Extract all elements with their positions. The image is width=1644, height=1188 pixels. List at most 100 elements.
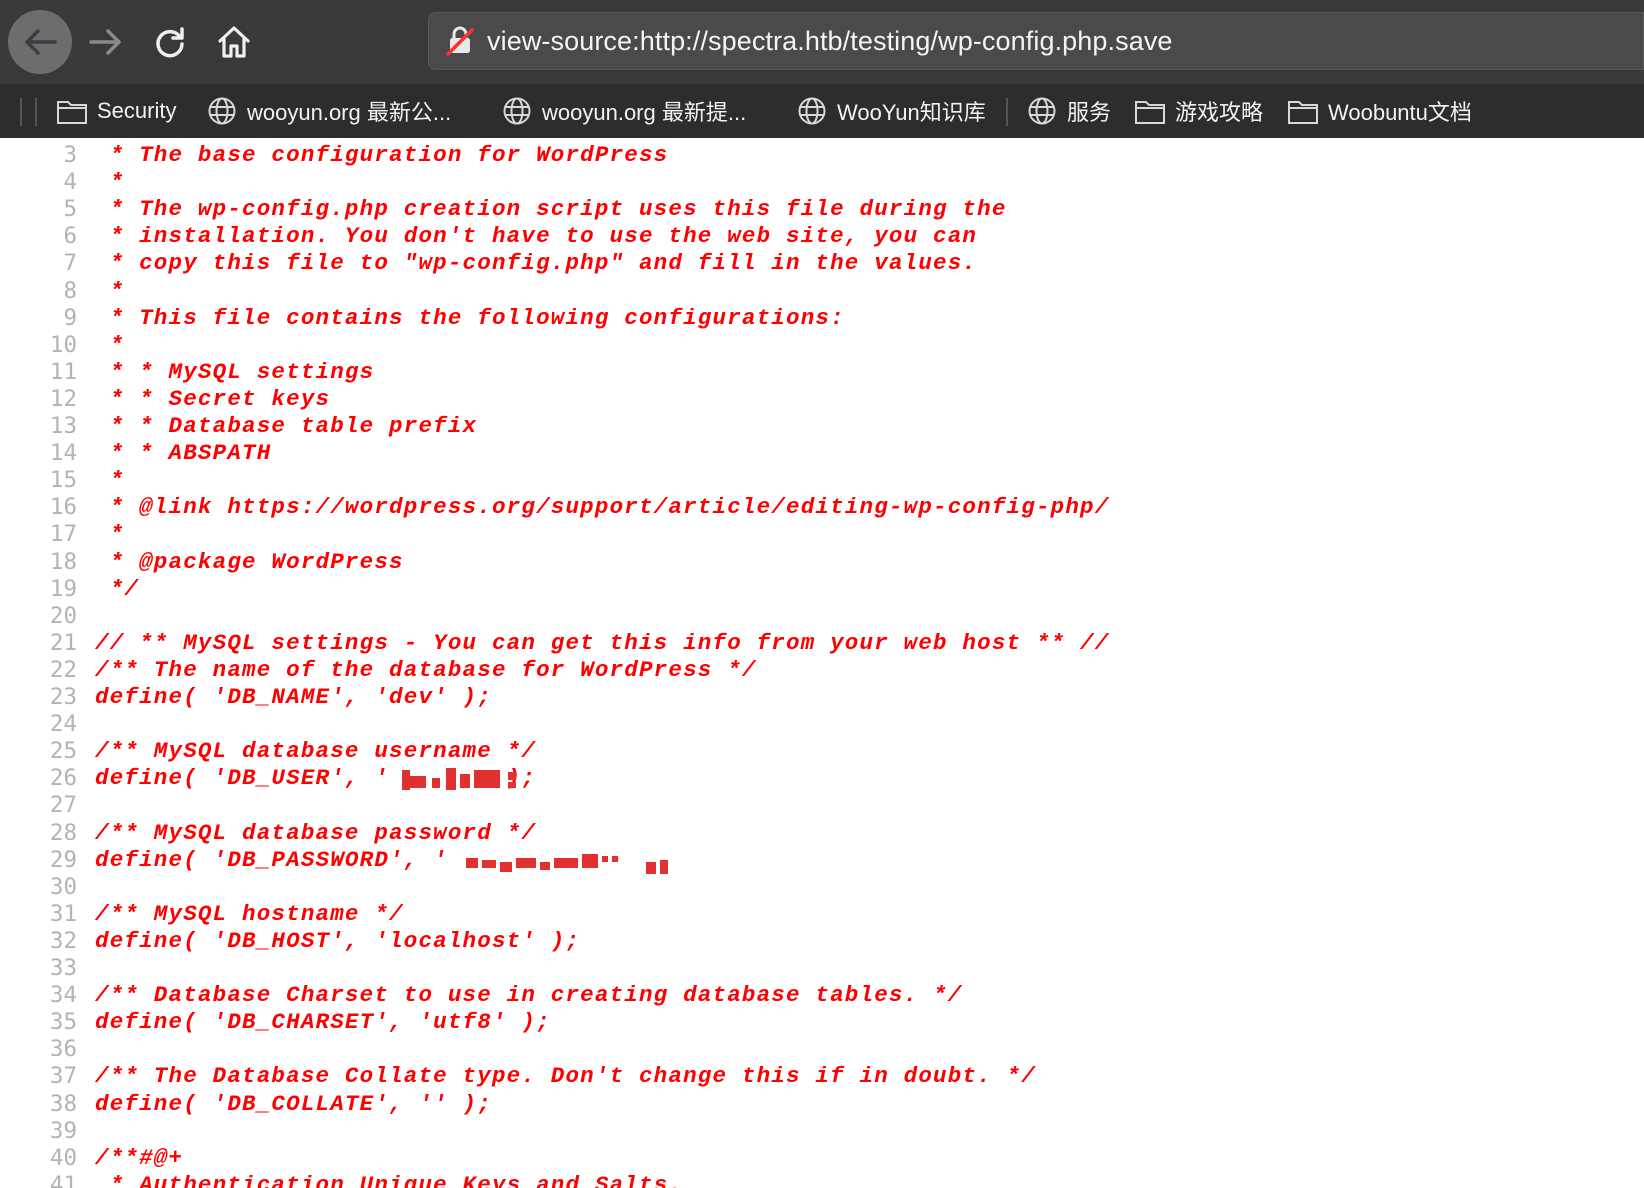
source-code-text: define( 'DB_COLLATE', '' ); [95,1090,492,1117]
source-code-text: /** MySQL database password */ [95,819,537,846]
line-number: 14 [49,440,77,467]
line-number: 32 [49,927,77,954]
source-line: 22 /** The name of the database for WordP… [0,657,1644,684]
line-number: 33 [49,955,77,981]
bookmarks-separator [1006,98,1008,126]
bookmark-label: Security [97,98,177,123]
line-number: 40 [49,1144,77,1171]
source-line: 11 * * MySQL settings [0,359,1644,386]
back-arrow-icon [25,29,57,55]
back-button[interactable] [8,10,72,74]
source-line: 9 * This file contains the following con… [0,305,1644,332]
source-line: 7 * copy this file to "wp-config.php" an… [0,250,1644,277]
line-number: 8 [63,277,77,304]
source-line: 36 [0,1036,1644,1063]
source-code-text: * [95,169,125,196]
line-number: 22 [49,656,77,683]
source-code-text: /** Database Charset to use in creating … [95,982,963,1009]
source-code-text: /**#@+ [95,1144,184,1171]
source-line: 3 * The base configuration for WordPress [0,142,1644,169]
line-number: 16 [49,494,77,521]
source-code-text: define( 'DB_CHARSET', 'utf8' ); [95,1009,551,1036]
line-number: 28 [49,819,77,846]
line-number: 10 [49,331,77,358]
source-line: 25 /** MySQL database username */ [0,738,1644,765]
source-line: 31 /** MySQL hostname */ [0,901,1644,928]
reload-button[interactable] [138,10,202,74]
page-source-view: 3 * The base configuration for WordPress… [0,138,1644,1188]
bookmark-services[interactable]: 服务 [1026,84,1111,138]
source-code-text: */ [95,575,140,602]
source-code-text: * @link https://wordpress.org/support/ar… [95,494,1110,521]
source-line: 4 * [0,169,1644,196]
source-line: 12 * * Secret keys [0,386,1644,413]
source-code-text: * The wp-config.php creation script uses… [95,196,1007,223]
home-icon [218,26,250,58]
bookmark-label: WooYun知识库 [837,100,986,125]
forward-arrow-icon [89,29,121,55]
line-number: 26 [49,765,77,792]
line-number: 5 [63,196,77,223]
source-line: 6 * installation. You don't have to use … [0,223,1644,250]
source-line: 19 */ [0,576,1644,603]
forward-button[interactable] [74,10,138,74]
line-number: 4 [63,169,77,196]
line-number: 35 [49,1009,77,1036]
bookmark-woobuntu-docs[interactable]: Woobuntu文档 [1287,84,1472,138]
bookmarks-separator [20,98,22,126]
source-line: 13 * * Database table prefix [0,413,1644,440]
source-code-text: * @package WordPress [95,548,404,575]
bookmarks-separator [35,98,37,126]
bookmark-security[interactable]: Security [56,84,176,138]
bookmark-wooyun-latest-public[interactable]: wooyun.org 最新公... [206,84,451,138]
source-line: 34 /** Database Charset to use in creatin… [0,982,1644,1009]
redacted-username [402,766,522,792]
bookmark-wooyun-latest-submit[interactable]: wooyun.org 最新提... [501,84,746,138]
source-line: 14 * * ABSPATH [0,440,1644,467]
line-number: 36 [49,1036,77,1063]
bookmark-label: Woobuntu文档 [1328,100,1472,125]
url-text[interactable]: view-source:http://spectra.htb/testing/w… [487,13,1173,69]
line-number: 3 [63,142,77,168]
source-code-text: * This file contains the following confi… [95,304,845,331]
source-line: 8 * [0,278,1644,305]
source-code-text: * Authentication Unique Keys and Salts. [95,1171,684,1188]
line-number: 9 [63,304,77,331]
line-number: 24 [49,711,77,738]
source-line: 28 /** MySQL database password */ [0,820,1644,847]
address-bar[interactable]: view-source:http://spectra.htb/testing/w… [428,12,1644,70]
redacted-password [466,850,676,876]
line-number: 23 [49,684,77,710]
source-code-text: * The base configuration for WordPress [95,142,669,168]
source-line: 20 [0,603,1644,630]
source-line: 35 define( 'DB_CHARSET', 'utf8' ); [0,1009,1644,1036]
line-number: 41 [49,1171,77,1188]
insecure-lock-icon[interactable] [445,26,475,56]
source-line: 38 define( 'DB_COLLATE', '' ); [0,1091,1644,1118]
source-line: 17 * [0,521,1644,548]
line-number: 15 [49,467,77,494]
source-code-text: * * Database table prefix [95,413,478,439]
source-line: 29 define( 'DB_PASSWORD', ' [0,847,1644,874]
bookmark-label: wooyun.org 最新公... [247,100,452,125]
bookmark-label: 服务 [1067,100,1112,125]
source-line: 10 * [0,332,1644,359]
line-number: 38 [49,1090,77,1117]
line-number: 7 [63,250,77,277]
bookmark-label: wooyun.org 最新提... [542,100,747,125]
source-line: 23 define( 'DB_NAME', 'dev' ); [0,684,1644,711]
bookmark-game-guides[interactable]: 游戏攻略 [1134,84,1263,138]
source-line: 32 define( 'DB_HOST', 'localhost' ); [0,928,1644,955]
line-number: 18 [49,548,77,575]
source-line: 27 [0,792,1644,819]
reload-icon [156,27,184,58]
bookmark-wooyun-knowledge[interactable]: WooYun知识库 [796,84,986,138]
source-code-text: define( 'DB_HOST', 'localhost' ); [95,927,581,954]
source-code-text: define( 'DB_NAME', 'dev' ); [95,684,492,710]
globe-icon [501,95,533,127]
source-line: 18 * @package WordPress [0,549,1644,576]
source-code-text: /** MySQL database username */ [95,738,537,765]
source-code-text: * [95,467,125,494]
home-button[interactable] [202,10,266,74]
folder-icon [56,95,88,127]
